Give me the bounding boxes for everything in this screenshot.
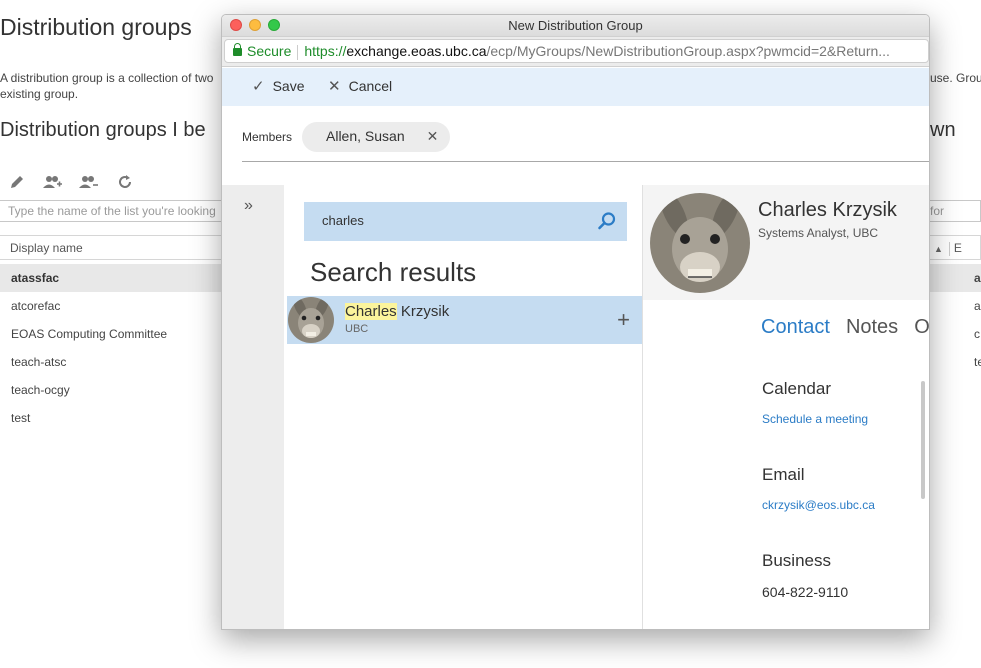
url-field[interactable]: Secure https://exchange.eoas.ubc.ca/ecp/M… (224, 39, 929, 63)
close-icon: ✕ (328, 78, 341, 95)
result-name-rest: Krzysik (396, 303, 450, 320)
search-results-title: Search results (310, 257, 477, 287)
checkmark-icon: ✓ (252, 78, 265, 95)
result-name: Charles Krzysik (345, 303, 449, 320)
url-host: exchange.eoas.ubc.ca (346, 43, 487, 59)
contact-tabs: Contact Notes O (761, 316, 929, 339)
description-line2: existing group. (0, 87, 79, 101)
address-bar: Secure https://exchange.eoas.ubc.ca/ecp/M… (222, 37, 929, 67)
table-row[interactable]: atassfac (0, 264, 222, 292)
table-cell[interactable]: te (930, 348, 981, 376)
secure-label: Secure (247, 43, 292, 59)
window-titlebar[interactable]: New Distribution Group (222, 15, 929, 37)
left-gutter: » (222, 185, 284, 629)
save-button[interactable]: ✓ Save (252, 77, 305, 95)
groups-search-input-right[interactable]: for (930, 200, 981, 222)
lock-icon (233, 43, 242, 56)
column-header-display-name[interactable]: Display name (0, 235, 222, 260)
table-cell[interactable]: c (930, 320, 981, 348)
action-bar: ✓ Save ✕ Cancel (222, 68, 929, 106)
people-search-input[interactable]: charles (304, 202, 627, 241)
window-title: New Distribution Group (508, 18, 643, 33)
result-organization: UBC (345, 323, 369, 335)
contact-header: Charles Krzysik Systems Analyst, UBC (643, 185, 929, 300)
remove-member-icon[interactable]: ✕ (427, 128, 439, 152)
url-protocol: https:// (304, 43, 347, 59)
sort-arrow-icon: ▲ (934, 244, 943, 254)
member-chip-name: Allen, Susan (326, 128, 405, 144)
section-title-right: wn (930, 119, 956, 141)
tab-other[interactable]: O (914, 316, 929, 339)
contact-avatar (650, 193, 750, 293)
column-header-email: E (953, 241, 962, 255)
tab-notes[interactable]: Notes (846, 316, 898, 339)
members-field: Members Allen, Susan ✕ (242, 116, 929, 162)
table-row[interactable]: EOAS Computing Committee (0, 320, 222, 348)
table-row[interactable]: teach-atsc (0, 348, 222, 376)
groups-toolbar (6, 172, 136, 192)
table-row[interactable]: atcorefac (0, 292, 222, 320)
leave-group-icon[interactable] (78, 172, 100, 192)
tab-contact[interactable]: Contact (761, 316, 830, 339)
email-heading: Email (762, 465, 805, 484)
search-icon[interactable] (597, 211, 617, 231)
detail-scrollbar[interactable] (921, 381, 925, 499)
url-separator (297, 44, 299, 60)
member-chip[interactable]: Allen, Susan ✕ (302, 122, 451, 152)
join-group-icon[interactable] (42, 172, 64, 192)
members-label: Members (242, 130, 293, 144)
search-pane: charles Search results Charles Krzysik U… (284, 185, 642, 629)
email-link[interactable]: ckrzysik@eos.ubc.ca (762, 498, 875, 512)
description-line1-left: A distribution group is a collection of … (0, 71, 214, 85)
expand-icon[interactable]: » (244, 197, 253, 215)
save-label: Save (272, 78, 305, 94)
column-separator (948, 241, 950, 256)
search-query: charles (322, 213, 364, 228)
add-member-icon[interactable]: + (617, 307, 630, 333)
groups-list-right: a a c te (930, 264, 981, 376)
cancel-button[interactable]: ✕ Cancel (328, 77, 392, 95)
business-heading: Business (762, 551, 831, 570)
page-title: Distribution groups (0, 14, 192, 40)
edit-icon[interactable] (6, 172, 28, 192)
avatar (288, 297, 334, 343)
column-header-right[interactable]: ▲ E (930, 235, 981, 260)
calendar-heading: Calendar (762, 379, 831, 398)
groups-list: atassfac atcorefac EOAS Computing Commit… (0, 264, 222, 432)
table-cell[interactable]: a (930, 292, 981, 320)
result-name-highlight: Charles (345, 303, 397, 320)
business-phone: 604-822-9110 (762, 584, 849, 600)
contact-job-title: Systems Analyst, UBC (758, 226, 879, 240)
groups-search-input[interactable]: Type the name of the list you're looking (0, 200, 222, 222)
search-result-item[interactable]: Charles Krzysik UBC + (287, 296, 642, 344)
table-cell[interactable]: a (930, 264, 981, 292)
contact-detail-pane: Charles Krzysik Systems Analyst, UBC Con… (643, 185, 929, 629)
contact-name: Charles Krzysik (758, 199, 897, 221)
table-row[interactable]: teach-ocgy (0, 376, 222, 404)
description-line1-right: use. Group (930, 71, 981, 85)
schedule-meeting-link[interactable]: Schedule a meeting (762, 412, 868, 426)
cancel-label: Cancel (348, 78, 393, 94)
section-title: Distribution groups I be (0, 119, 206, 141)
refresh-icon[interactable] (114, 172, 136, 192)
url-path: /ecp/MyGroups/NewDistributionGroup.aspx?… (486, 43, 890, 59)
table-row[interactable]: test (0, 404, 222, 432)
new-distribution-group-window: New Distribution Group Secure https://exc… (221, 14, 930, 630)
